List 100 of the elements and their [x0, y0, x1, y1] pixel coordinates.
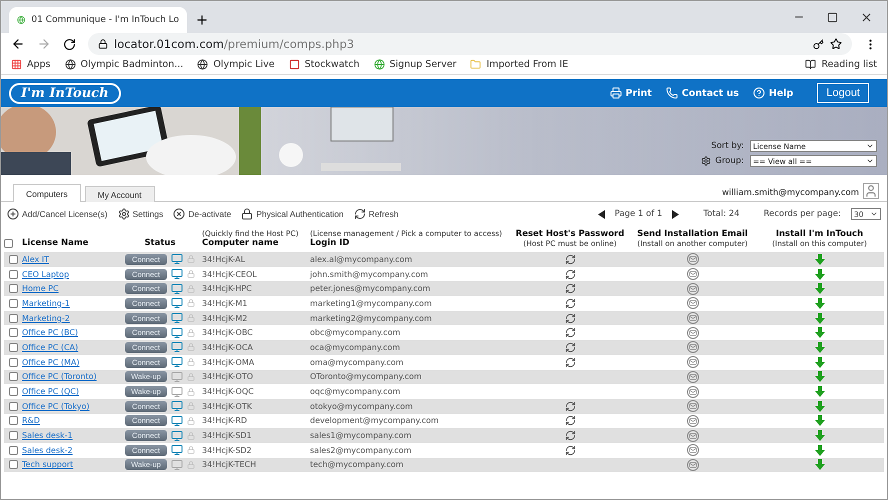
- reset-password-icon[interactable]: [564, 298, 576, 309]
- download-icon[interactable]: [814, 371, 824, 382]
- new-tab-icon[interactable]: [195, 13, 209, 27]
- header-link[interactable]: Help: [752, 87, 794, 99]
- email-icon[interactable]: [686, 370, 698, 383]
- email-icon[interactable]: [686, 458, 698, 471]
- row-checkbox[interactable]: [8, 372, 18, 382]
- reset-password-icon[interactable]: [564, 312, 576, 324]
- license-link[interactable]: Marketing-2: [22, 314, 70, 323]
- reset-password-icon[interactable]: [564, 254, 576, 265]
- reset-password-icon[interactable]: [564, 342, 576, 353]
- email-icon[interactable]: [686, 356, 698, 368]
- email-icon[interactable]: [686, 297, 698, 310]
- browser-tab[interactable]: 01 Communique - I'm InTouch Lo: [9, 7, 187, 33]
- license-link[interactable]: Office PC (Tokyo): [22, 402, 90, 411]
- download-icon[interactable]: [814, 430, 824, 442]
- row-checkbox[interactable]: [8, 431, 18, 440]
- license-link[interactable]: Office PC (BC): [22, 328, 78, 338]
- download-icon[interactable]: [814, 342, 824, 353]
- license-link[interactable]: Office PC (MA): [22, 358, 80, 367]
- back-icon[interactable]: [11, 37, 25, 51]
- license-link[interactable]: Home PC: [22, 284, 59, 294]
- reset-password-icon[interactable]: [564, 283, 576, 294]
- email-icon[interactable]: [686, 444, 698, 456]
- download-icon[interactable]: [814, 356, 824, 368]
- download-icon[interactable]: [814, 400, 824, 412]
- email-icon[interactable]: [686, 430, 698, 442]
- row-checkbox[interactable]: [8, 254, 18, 264]
- download-icon[interactable]: [814, 459, 824, 470]
- license-link[interactable]: Tech support: [22, 460, 74, 470]
- row-checkbox[interactable]: [8, 358, 18, 367]
- download-icon[interactable]: [814, 283, 824, 294]
- email-icon[interactable]: [686, 414, 698, 427]
- row-checkbox[interactable]: [8, 402, 18, 411]
- toolbar-button[interactable]: Add/Cancel License(s): [7, 208, 108, 220]
- row-checkbox[interactable]: [8, 387, 18, 396]
- select-all-checkbox[interactable]: [4, 239, 13, 248]
- email-icon[interactable]: [686, 282, 698, 295]
- download-icon[interactable]: [814, 254, 824, 265]
- license-link[interactable]: Sales desk-2: [22, 446, 73, 455]
- row-checkbox[interactable]: [8, 328, 18, 338]
- reset-password-icon[interactable]: [564, 415, 576, 426]
- maximize-icon[interactable]: [827, 12, 838, 22]
- reload-icon[interactable]: [63, 38, 76, 50]
- email-icon[interactable]: [686, 326, 698, 339]
- download-icon[interactable]: [814, 268, 824, 280]
- license-link[interactable]: Office PC (Toronto): [22, 372, 97, 382]
- row-checkbox[interactable]: [8, 270, 18, 279]
- download-icon[interactable]: [814, 386, 824, 398]
- reading-list[interactable]: Reading list: [805, 59, 877, 70]
- email-icon[interactable]: [686, 268, 698, 280]
- header-link[interactable]: Print: [610, 87, 652, 99]
- toolbar-button[interactable]: Settings: [118, 208, 164, 220]
- reset-password-icon[interactable]: [564, 444, 576, 456]
- bookmark[interactable]: Signup Server: [374, 59, 456, 70]
- row-checkbox[interactable]: [8, 314, 18, 323]
- email-icon[interactable]: [686, 253, 698, 266]
- reset-password-icon[interactable]: [564, 356, 576, 368]
- download-icon[interactable]: [814, 312, 824, 324]
- tab[interactable]: Computers: [13, 184, 81, 202]
- row-checkbox[interactable]: [8, 284, 18, 294]
- toolbar-button[interactable]: Physical Authentication: [241, 208, 344, 220]
- reset-password-icon[interactable]: [564, 327, 576, 338]
- address-bar[interactable]: locator.01com.com/premium/comps.php3: [88, 33, 852, 55]
- download-icon[interactable]: [814, 415, 824, 426]
- bookmark[interactable]: Apps: [11, 59, 51, 70]
- next-page-icon[interactable]: [672, 210, 680, 218]
- reset-password-icon[interactable]: [564, 268, 576, 280]
- email-icon[interactable]: [686, 312, 698, 324]
- reset-password-icon[interactable]: [564, 430, 576, 442]
- license-link[interactable]: R&D: [22, 416, 40, 426]
- previous-page-icon[interactable]: [598, 210, 605, 218]
- toolbar-button[interactable]: De-activate: [173, 208, 232, 220]
- license-link[interactable]: Office PC (CA): [22, 342, 78, 352]
- reset-password-icon[interactable]: [564, 400, 576, 412]
- email-icon[interactable]: [686, 341, 698, 354]
- download-icon[interactable]: [814, 327, 824, 338]
- bookmark[interactable]: Imported From IE: [470, 59, 568, 70]
- header-link[interactable]: Contact us: [666, 87, 739, 99]
- row-checkbox[interactable]: [8, 342, 18, 352]
- row-checkbox[interactable]: [8, 460, 18, 470]
- row-checkbox[interactable]: [8, 416, 18, 426]
- download-icon[interactable]: [814, 444, 824, 456]
- row-checkbox[interactable]: [8, 446, 18, 455]
- forward-icon[interactable]: [37, 37, 51, 51]
- license-link[interactable]: Alex IT: [22, 254, 49, 264]
- email-icon[interactable]: [686, 400, 698, 412]
- email-icon[interactable]: [686, 386, 698, 398]
- license-link[interactable]: Marketing-1: [22, 298, 70, 308]
- license-link[interactable]: Sales desk-1: [22, 431, 73, 440]
- logo[interactable]: I'm InTouch: [9, 82, 121, 104]
- license-link[interactable]: Office PC (QC): [22, 387, 79, 396]
- close-icon[interactable]: [860, 10, 873, 24]
- bookmark[interactable]: Olympic Live: [197, 59, 275, 70]
- tab[interactable]: My Account: [84, 186, 155, 202]
- logout-button[interactable]: Logout: [817, 83, 869, 103]
- row-checkbox[interactable]: [8, 298, 18, 308]
- avatar-icon[interactable]: [863, 183, 879, 199]
- bookmark[interactable]: Olympic Badminton...: [64, 59, 184, 70]
- license-link[interactable]: CEO Laptop: [22, 270, 70, 279]
